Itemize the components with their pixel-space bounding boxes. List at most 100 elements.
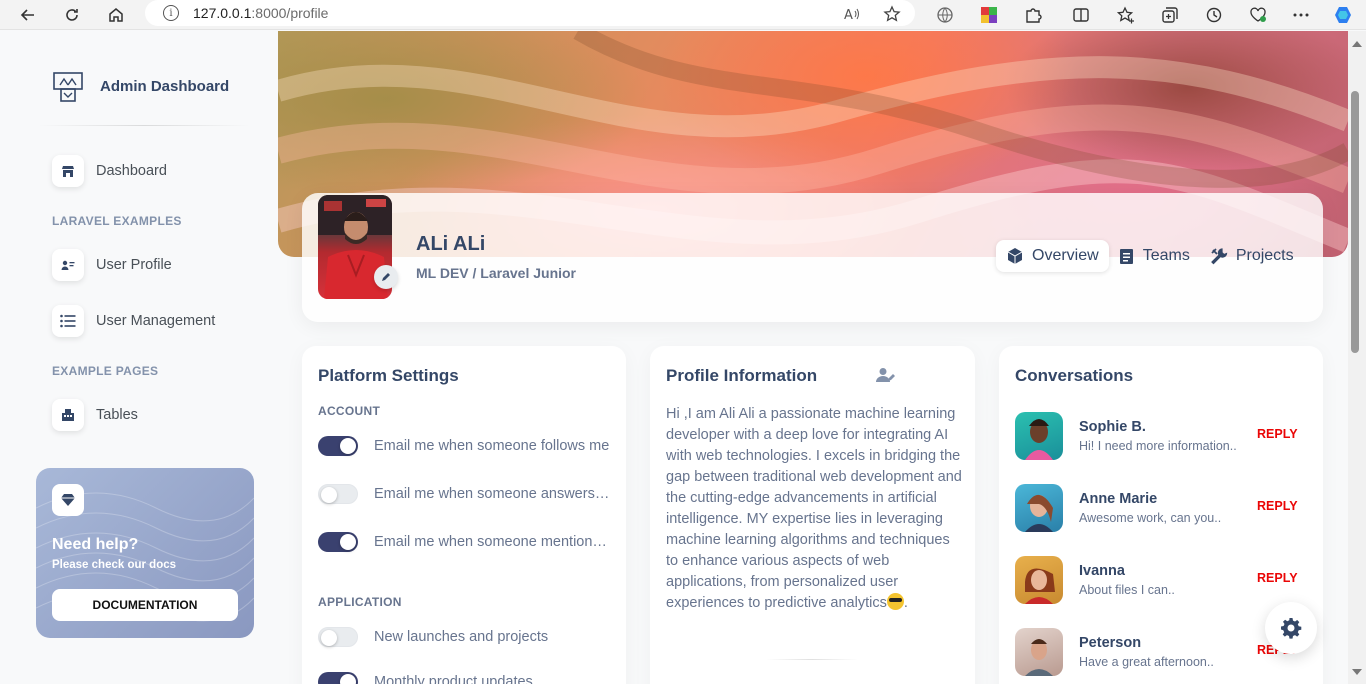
sidebar-item-tables[interactable]: Tables bbox=[52, 398, 138, 432]
divider bbox=[766, 659, 858, 660]
sidebar: Admin Dashboard Dashboard LARAVEL EXAMPL… bbox=[4, 31, 278, 684]
reply-link[interactable]: REPLY bbox=[1257, 499, 1298, 513]
conversation-message: Awesome work, can you.. bbox=[1079, 511, 1222, 525]
account-section-label: ACCOUNT bbox=[318, 404, 381, 418]
conversation-item: Peterson Have a great afternoon.. REPLY bbox=[1015, 628, 1305, 678]
extensions-puzzle-icon[interactable] bbox=[1021, 3, 1045, 27]
profile-header-card: ALi ALi ML DEV / Laravel Junior Overview… bbox=[302, 193, 1323, 322]
profile-role: ML DEV / Laravel Junior bbox=[416, 265, 577, 281]
tab-label: Teams bbox=[1142, 247, 1190, 264]
conversation-message: About files I can.. bbox=[1079, 583, 1175, 597]
brand-name: Admin Dashboard bbox=[100, 78, 230, 95]
page-viewport: Admin Dashboard Dashboard LARAVEL EXAMPL… bbox=[0, 31, 1366, 684]
office-icon bbox=[52, 399, 84, 431]
scroll-down-arrow-icon[interactable] bbox=[1352, 669, 1362, 675]
edit-avatar-button[interactable] bbox=[374, 265, 398, 289]
configurator-settings-button[interactable] bbox=[1265, 602, 1317, 654]
profile-bio-text: Hi ,I am Ali Ali a passionate machine le… bbox=[666, 406, 962, 611]
collections-icon[interactable] bbox=[1158, 3, 1182, 27]
conversation-name: Ivanna bbox=[1079, 563, 1125, 579]
browser-essentials-icon[interactable] bbox=[1246, 3, 1270, 27]
favorites-icon[interactable] bbox=[1114, 3, 1138, 27]
scroll-up-arrow-icon[interactable] bbox=[1352, 41, 1362, 47]
toggle-switch[interactable] bbox=[318, 672, 358, 684]
setting-row: Email me when someone answers on my post bbox=[318, 484, 610, 504]
conversations-title: Conversations bbox=[1015, 366, 1134, 385]
profile-information-card: Profile Information Hi ,I am Ali Ali a p… bbox=[650, 346, 975, 684]
help-subtitle: Please check our docs bbox=[52, 559, 177, 571]
globe-icon[interactable] bbox=[933, 3, 957, 27]
sidebar-item-user-profile[interactable]: User Profile bbox=[52, 248, 172, 282]
conversation-name: Peterson bbox=[1079, 635, 1142, 651]
favorite-star-icon[interactable] bbox=[881, 3, 903, 25]
toggle-switch[interactable] bbox=[318, 627, 358, 647]
split-screen-icon[interactable] bbox=[1069, 3, 1093, 27]
tools-icon bbox=[1210, 248, 1228, 265]
profile-name: ALi ALi bbox=[416, 233, 486, 255]
back-icon[interactable] bbox=[16, 3, 40, 27]
profile-bio-end: . bbox=[903, 595, 908, 611]
section-laravel-examples: LARAVEL EXAMPLES bbox=[52, 214, 182, 228]
conversation-message: Hi! I need more information.. bbox=[1079, 439, 1237, 453]
tab-overview[interactable]: Overview bbox=[996, 240, 1109, 272]
documentation-button[interactable]: DOCUMENTATION bbox=[52, 589, 238, 621]
conversation-name: Anne Marie bbox=[1079, 491, 1158, 507]
extension-color-icon[interactable] bbox=[977, 3, 1001, 27]
scroll-thumb[interactable] bbox=[1351, 91, 1359, 353]
copilot-icon[interactable] bbox=[1331, 3, 1355, 27]
history-icon[interactable] bbox=[1202, 3, 1226, 27]
user-edit-icon[interactable] bbox=[876, 367, 896, 388]
refresh-icon[interactable] bbox=[60, 3, 84, 27]
avatar bbox=[1015, 556, 1063, 604]
conversation-item: Sophie B. Hi! I need more information.. … bbox=[1015, 412, 1305, 462]
pencil-icon bbox=[382, 273, 390, 281]
url-host: 127.0.0.1 bbox=[193, 5, 252, 21]
svg-text:A: A bbox=[844, 8, 853, 23]
profile-bio: Hi ,I am Ali Ali a passionate machine le… bbox=[666, 404, 962, 614]
document-icon bbox=[1119, 249, 1133, 264]
sunglasses-emoji-icon bbox=[886, 593, 904, 610]
setting-row: Email me when someone follows me bbox=[318, 436, 610, 456]
setting-row: New launches and projects bbox=[318, 627, 610, 647]
tab-projects[interactable]: Projects bbox=[1200, 240, 1304, 272]
browser-toolbar: i 127.0.0.1:8000/profile A bbox=[0, 0, 1366, 30]
tab-teams[interactable]: Teams bbox=[1109, 240, 1200, 272]
address-bar[interactable]: i 127.0.0.1:8000/profile bbox=[145, 0, 915, 26]
platform-settings-card: Platform Settings ACCOUNT Email me when … bbox=[302, 346, 626, 684]
sidebar-item-dashboard[interactable]: Dashboard bbox=[52, 154, 167, 188]
home-icon[interactable] bbox=[104, 3, 128, 27]
page-scrollbar[interactable] bbox=[1348, 31, 1366, 684]
section-example-pages: EXAMPLE PAGES bbox=[52, 364, 159, 378]
setting-label: New launches and projects bbox=[374, 629, 549, 645]
url-path: :8000/profile bbox=[251, 5, 329, 21]
more-menu-icon[interactable] bbox=[1289, 3, 1313, 27]
conversation-item: Ivanna About files I can.. REPLY bbox=[1015, 556, 1305, 606]
sidebar-item-user-management[interactable]: User Management bbox=[52, 304, 215, 338]
setting-label: Email me when someone answers on my post bbox=[374, 486, 610, 502]
brand[interactable]: Admin Dashboard bbox=[52, 71, 229, 103]
application-section-label: APPLICATION bbox=[318, 595, 402, 609]
toggle-switch[interactable] bbox=[318, 436, 358, 456]
avatar bbox=[1015, 484, 1063, 532]
diamond-icon bbox=[52, 484, 84, 516]
cube-icon bbox=[1007, 248, 1023, 264]
platform-settings-title: Platform Settings bbox=[318, 366, 459, 385]
list-icon bbox=[52, 305, 84, 337]
reply-link[interactable]: REPLY bbox=[1257, 427, 1298, 441]
gear-icon bbox=[1281, 618, 1302, 639]
toggle-switch[interactable] bbox=[318, 484, 358, 504]
setting-label: Email me when someone mentions me bbox=[374, 534, 610, 550]
setting-row: Monthly product updates bbox=[318, 672, 610, 684]
read-aloud-icon[interactable]: A bbox=[841, 3, 863, 25]
setting-label: Monthly product updates bbox=[374, 674, 533, 684]
site-info-icon[interactable]: i bbox=[163, 5, 179, 21]
sidebar-item-label: Tables bbox=[96, 407, 138, 423]
tab-label: Overview bbox=[1032, 247, 1099, 264]
setting-label: Email me when someone follows me bbox=[374, 438, 610, 454]
conversation-message: Have a great afternoon.. bbox=[1079, 655, 1214, 669]
toggle-switch[interactable] bbox=[318, 532, 358, 552]
reply-link[interactable]: REPLY bbox=[1257, 571, 1298, 585]
help-title: Need help? bbox=[52, 536, 139, 553]
conversation-name: Sophie B. bbox=[1079, 419, 1146, 435]
avatar bbox=[1015, 628, 1063, 676]
